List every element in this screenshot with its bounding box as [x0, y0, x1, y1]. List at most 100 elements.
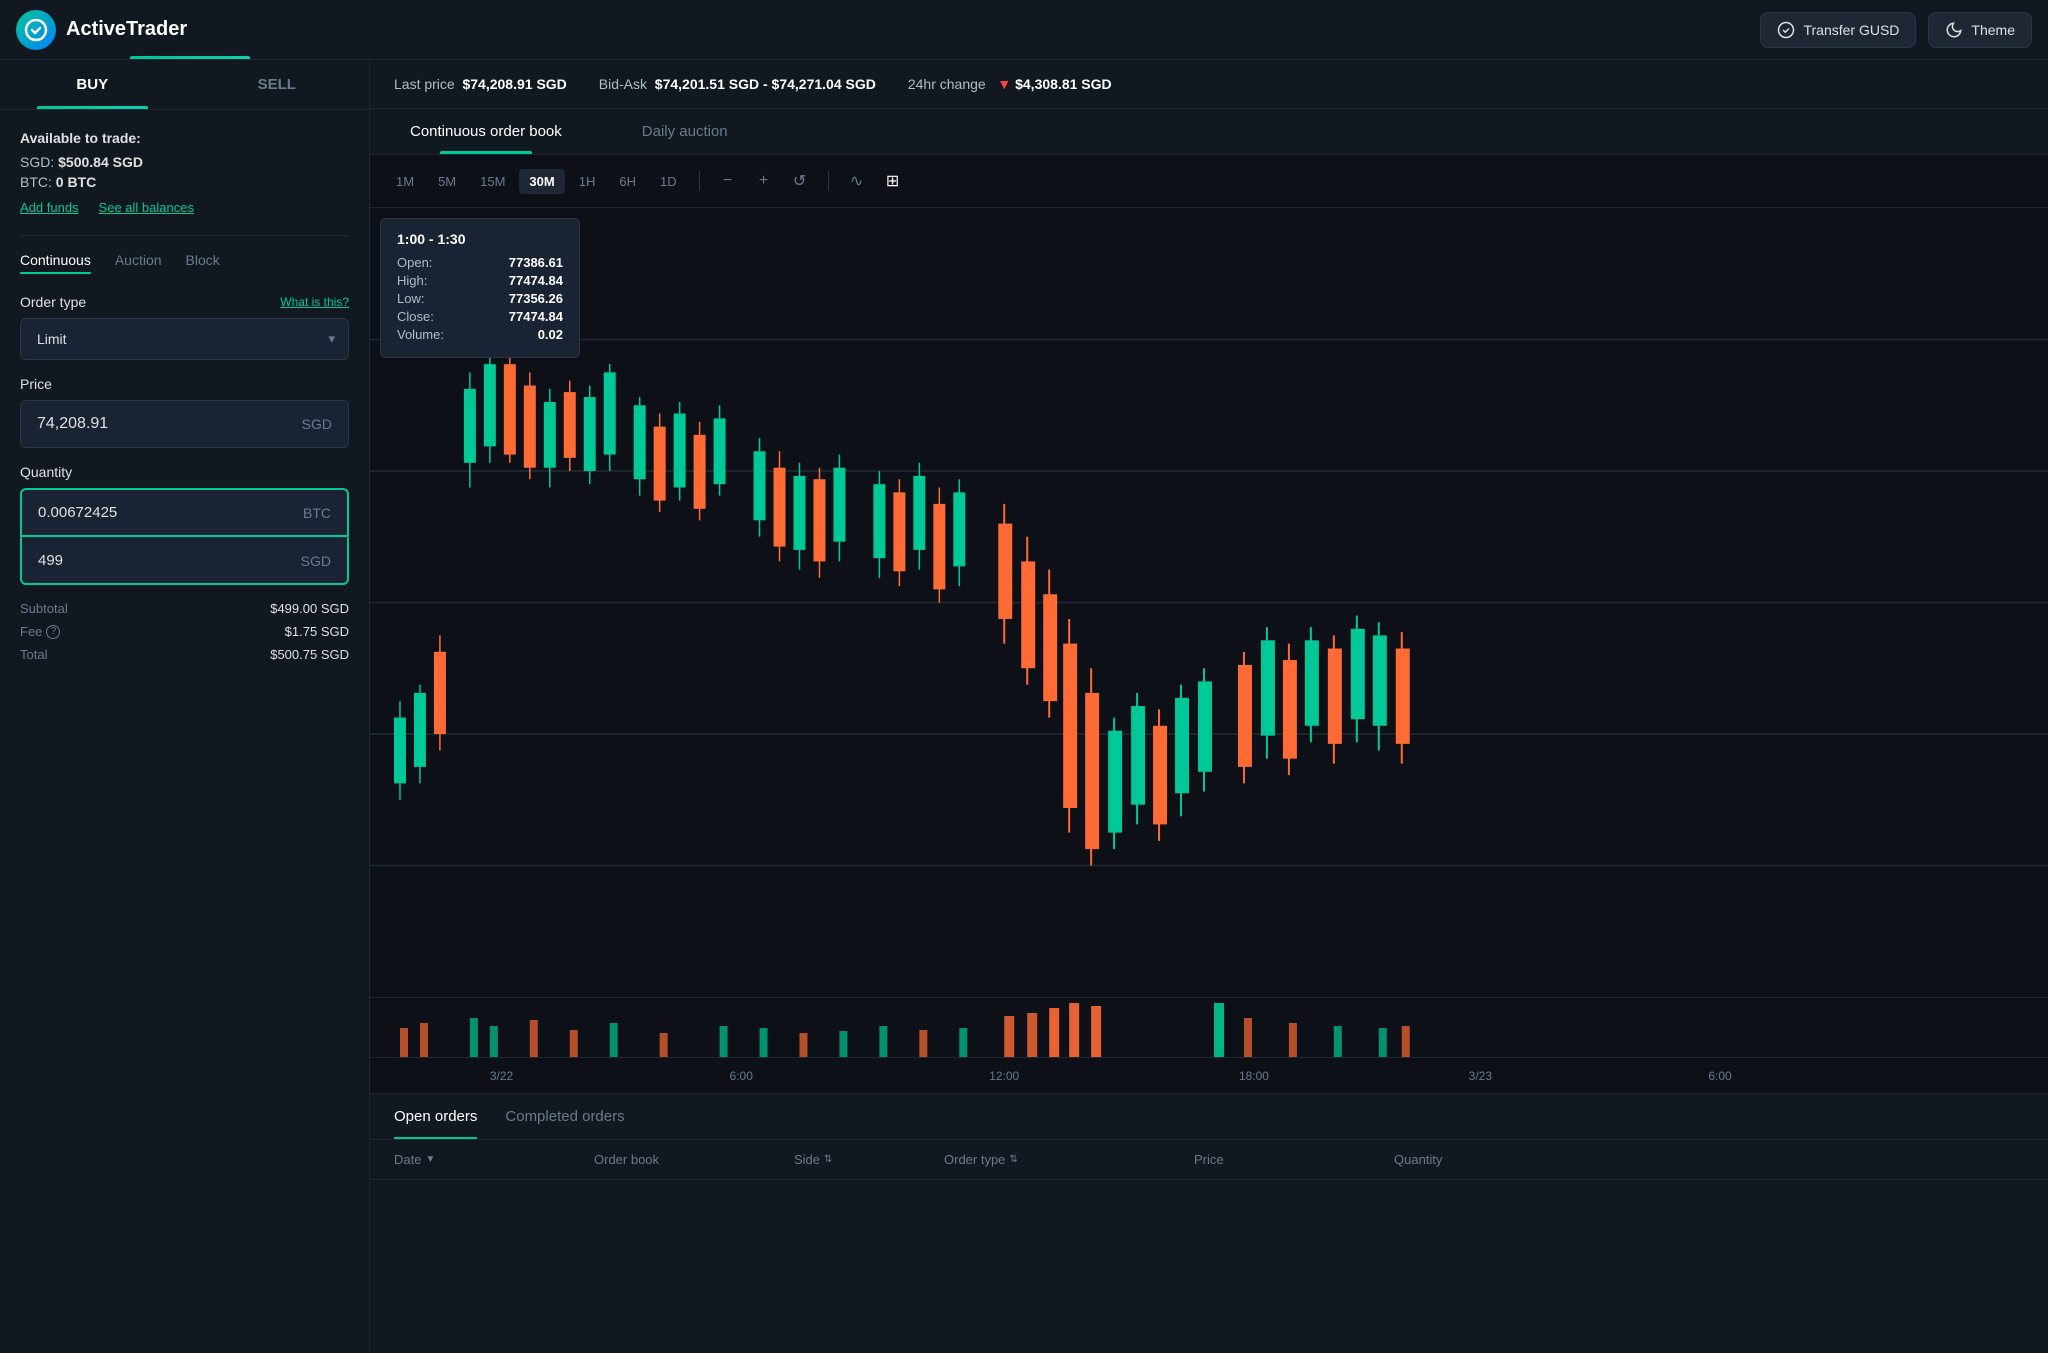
main-layout: BUY SELL Available to trade: SGD: $500.8…	[0, 60, 2048, 1353]
volume-chart	[370, 998, 2048, 1058]
divider-1	[20, 235, 349, 236]
price-bar: Last price $74,208.91 SGD Bid-Ask $74,20…	[370, 60, 2048, 109]
buy-tab[interactable]: BUY	[0, 60, 185, 109]
add-funds-link[interactable]: Add funds	[20, 200, 79, 215]
fee-value: $1.75 SGD	[285, 624, 349, 639]
subtotal-row: Subtotal $499.00 SGD	[20, 601, 349, 616]
brand-name: ActiveTrader	[66, 18, 187, 41]
moon-icon	[1945, 21, 1963, 39]
what-is-this-button[interactable]: What is this?	[280, 295, 349, 309]
order-type-group: Order type What is this? Limit Market St…	[20, 294, 349, 360]
time-6h[interactable]: 6H	[609, 169, 646, 194]
zoom-out-button[interactable]: −	[712, 165, 744, 197]
chart-tooltip: 1:00 - 1:30 Open: 77386.61 High: 77474.8…	[380, 218, 580, 358]
svg-text:6:00: 6:00	[1708, 1069, 1732, 1083]
balances-title: Available to trade:	[20, 130, 349, 146]
order-summary: Subtotal $499.00 SGD Fee ? $1.75 SGD Tot…	[20, 601, 349, 662]
theme-label: Theme	[1971, 22, 2015, 38]
orders-table-header: Date ▼ Order book Side ⇅ Order type ⇅	[370, 1140, 2048, 1180]
time-30m[interactable]: 30M	[519, 169, 564, 194]
time-1h[interactable]: 1H	[569, 169, 606, 194]
order-mode-auction[interactable]: Auction	[115, 252, 162, 274]
volume-area	[370, 997, 2048, 1057]
btc-balance: BTC: 0 BTC	[20, 174, 349, 190]
reset-zoom-button[interactable]: ↺	[784, 165, 816, 197]
chart-controls: 1M 5M 15M 30M 1H 6H 1D − + ↺ ∿ ⊞	[370, 155, 2048, 208]
completed-orders-tab[interactable]: Completed orders	[505, 1094, 624, 1139]
price-input-wrapper: SGD	[20, 400, 349, 448]
bid-ask: Bid-Ask $74,201.51 SGD - $74,271.04 SGD	[599, 76, 876, 92]
open-orders-tab[interactable]: Open orders	[394, 1094, 477, 1139]
quantity-label: Quantity	[20, 464, 72, 480]
svg-text:18:00: 18:00	[1239, 1069, 1269, 1083]
quantity-sgd-wrapper: SGD	[20, 537, 349, 585]
x-axis: 3/22 6:00 12:00 18:00 3/23 6:00	[370, 1057, 2048, 1093]
time-5m[interactable]: 5M	[428, 169, 466, 194]
price-currency: SGD	[286, 401, 348, 447]
chart-tab-continuous[interactable]: Continuous order book	[370, 109, 602, 154]
quantity-group: Quantity BTC SGD	[20, 464, 349, 585]
price-change: 24hr change ▼ $4,308.81 SGD	[908, 76, 1112, 92]
fee-info-icon[interactable]: ?	[46, 625, 60, 639]
svg-text:12:00: 12:00	[989, 1069, 1019, 1083]
tooltip-low: Low: 77356.26	[397, 291, 563, 306]
time-1d[interactable]: 1D	[650, 169, 687, 194]
sell-tab[interactable]: SELL	[185, 60, 370, 109]
line-chart-button[interactable]: ∿	[841, 165, 873, 197]
col-order-type: Order type ⇅	[944, 1152, 1194, 1167]
order-mode-block[interactable]: Block	[186, 252, 220, 274]
zoom-in-button[interactable]: +	[748, 165, 780, 197]
transfer-gusd-button[interactable]: Transfer GUSD	[1760, 12, 1916, 48]
col-price: Price	[1194, 1152, 1394, 1167]
total-row: Total $500.75 SGD	[20, 647, 349, 662]
bottom-panel: Open orders Completed orders Date ▼ Orde…	[370, 1093, 2048, 1353]
col-side: Side ⇅	[794, 1152, 944, 1167]
candle-chart-button[interactable]: ⊞	[877, 165, 909, 197]
candlestick-chart	[370, 208, 2048, 997]
sgd-currency: SGD	[285, 538, 347, 583]
chart-area: 1:00 - 1:30 Open: 77386.61 High: 77474.8…	[370, 208, 2048, 997]
controls-separator-2	[828, 171, 829, 191]
order-type-select-wrapper: Limit Market Stop-Limit ▾	[20, 318, 349, 360]
quantity-sgd-input[interactable]	[22, 538, 285, 583]
subtotal-value: $499.00 SGD	[270, 601, 349, 616]
left-panel-content: Available to trade: SGD: $500.84 SGD BTC…	[0, 110, 369, 1353]
side-sort-icon[interactable]: ⇅	[824, 1154, 832, 1165]
quantity-btc-wrapper: BTC	[20, 488, 349, 537]
order-type-sort-icon[interactable]: ⇅	[1009, 1154, 1017, 1165]
balance-links: Add funds See all balances	[20, 200, 349, 215]
time-1m[interactable]: 1M	[386, 169, 424, 194]
btc-currency: BTC	[287, 490, 347, 535]
svg-text:6:00: 6:00	[730, 1069, 754, 1083]
last-price: Last price $74,208.91 SGD	[394, 76, 567, 92]
svg-text:3/23: 3/23	[1469, 1069, 1493, 1083]
date-sort-icon[interactable]: ▼	[425, 1154, 435, 1165]
x-axis-labels: 3/22 6:00 12:00 18:00 3/23 6:00	[370, 1058, 2048, 1094]
see-all-balances-link[interactable]: See all balances	[99, 200, 194, 215]
transfer-label: Transfer GUSD	[1803, 22, 1899, 38]
chart-tab-auction[interactable]: Daily auction	[602, 109, 768, 154]
order-type-select[interactable]: Limit Market Stop-Limit	[20, 318, 349, 360]
quantity-btc-input[interactable]	[22, 490, 287, 535]
subtotal-label: Subtotal	[20, 601, 68, 616]
price-label: Price	[20, 376, 52, 392]
buy-sell-tabs: BUY SELL	[0, 60, 369, 110]
fee-row: Fee ? $1.75 SGD	[20, 624, 349, 639]
order-mode-continuous[interactable]: Continuous	[20, 252, 91, 274]
navbar-right: Transfer GUSD Theme	[1760, 12, 2032, 48]
empty-orders-state	[370, 1180, 2048, 1260]
col-quantity: Quantity	[1394, 1152, 2024, 1167]
price-input[interactable]	[21, 401, 286, 447]
tooltip-close: Close: 77474.84	[397, 309, 563, 324]
fee-label: Fee ?	[20, 624, 60, 639]
tooltip-volume: Volume: 0.02	[397, 327, 563, 342]
tooltip-open: Open: 77386.61	[397, 255, 563, 270]
order-type-label: Order type	[20, 294, 86, 310]
time-15m[interactable]: 15M	[470, 169, 515, 194]
orders-tabs: Open orders Completed orders	[370, 1094, 2048, 1140]
theme-button[interactable]: Theme	[1928, 12, 2032, 48]
transfer-icon	[1777, 21, 1795, 39]
chart-and-orders: 1:00 - 1:30 Open: 77386.61 High: 77474.8…	[370, 208, 2048, 1353]
logo-container[interactable]: ActiveTrader	[16, 10, 187, 50]
quantity-inputs: BTC SGD	[20, 488, 349, 585]
